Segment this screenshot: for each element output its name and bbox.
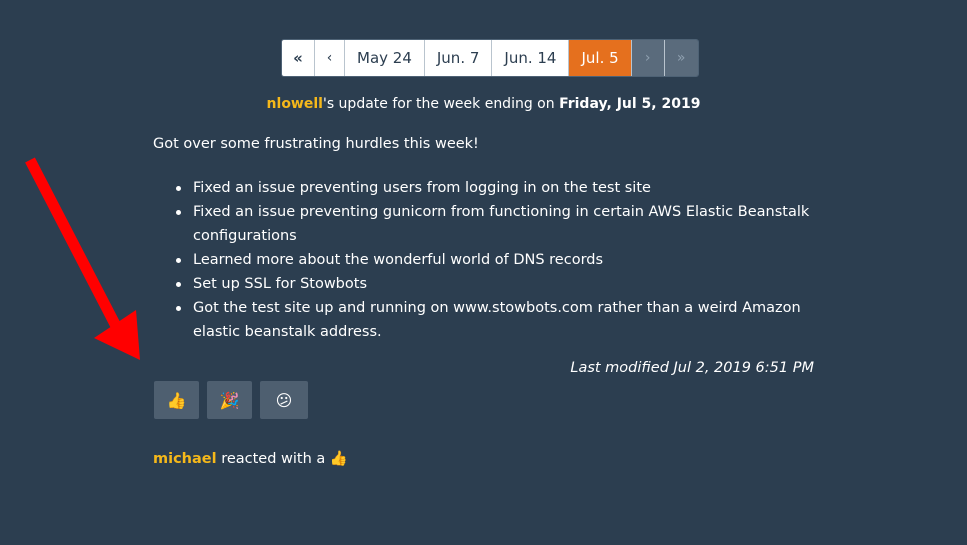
update-heading-text: 's update for the week ending on (322, 96, 560, 112)
page-jun-14[interactable]: Jun. 14 (492, 40, 570, 76)
author-link[interactable]: nlowell (267, 96, 323, 112)
update-list: Fixed an issue preventing users from log… (176, 176, 833, 344)
update-intro: Got over some frustrating hurdles this w… (153, 136, 479, 152)
page-may-24[interactable]: May 24 (345, 40, 425, 76)
party-popper-icon: 🎉 (219, 390, 240, 410)
update-heading: nlowell's update for the week ending on … (0, 96, 967, 112)
pagination: « ‹ May 24 Jun. 7 Jun. 14 Jul. 5 › » (281, 39, 699, 77)
reaction-buttons: 👍 🎉 😕 (154, 381, 308, 419)
list-item: Fixed an issue preventing gunicorn from … (176, 200, 833, 248)
reaction-log: michael reacted with a 👍 (153, 450, 348, 467)
thumbs-up-icon: 👍 (166, 390, 187, 410)
party-react-button[interactable]: 🎉 (207, 381, 252, 419)
thumbs-up-icon: 👍 (329, 451, 348, 467)
update-date: Friday, Jul 5, 2019 (559, 96, 701, 112)
page-jun-7[interactable]: Jun. 7 (424, 40, 493, 76)
list-item: Learned more about the wonderful world o… (176, 248, 833, 272)
first-page-button[interactable]: « (282, 40, 315, 76)
list-item: Got the test site up and running on www.… (176, 296, 833, 344)
page-jul-5[interactable]: Jul. 5 (569, 40, 632, 76)
prev-page-button[interactable]: ‹ (315, 40, 345, 76)
confused-react-button[interactable]: 😕 (260, 381, 308, 419)
confused-face-icon: 😕 (275, 390, 293, 410)
reaction-log-text: reacted with a (216, 451, 330, 467)
reactor-link[interactable]: michael (153, 451, 217, 467)
last-page-button: » (664, 40, 698, 76)
last-modified: Last modified Jul 2, 2019 6:51 PM (570, 360, 814, 376)
thumbs-up-react-button[interactable]: 👍 (154, 381, 199, 419)
list-item: Fixed an issue preventing users from log… (176, 176, 833, 200)
next-page-button: › (631, 40, 665, 76)
list-item: Set up SSL for Stowbots (176, 272, 833, 296)
